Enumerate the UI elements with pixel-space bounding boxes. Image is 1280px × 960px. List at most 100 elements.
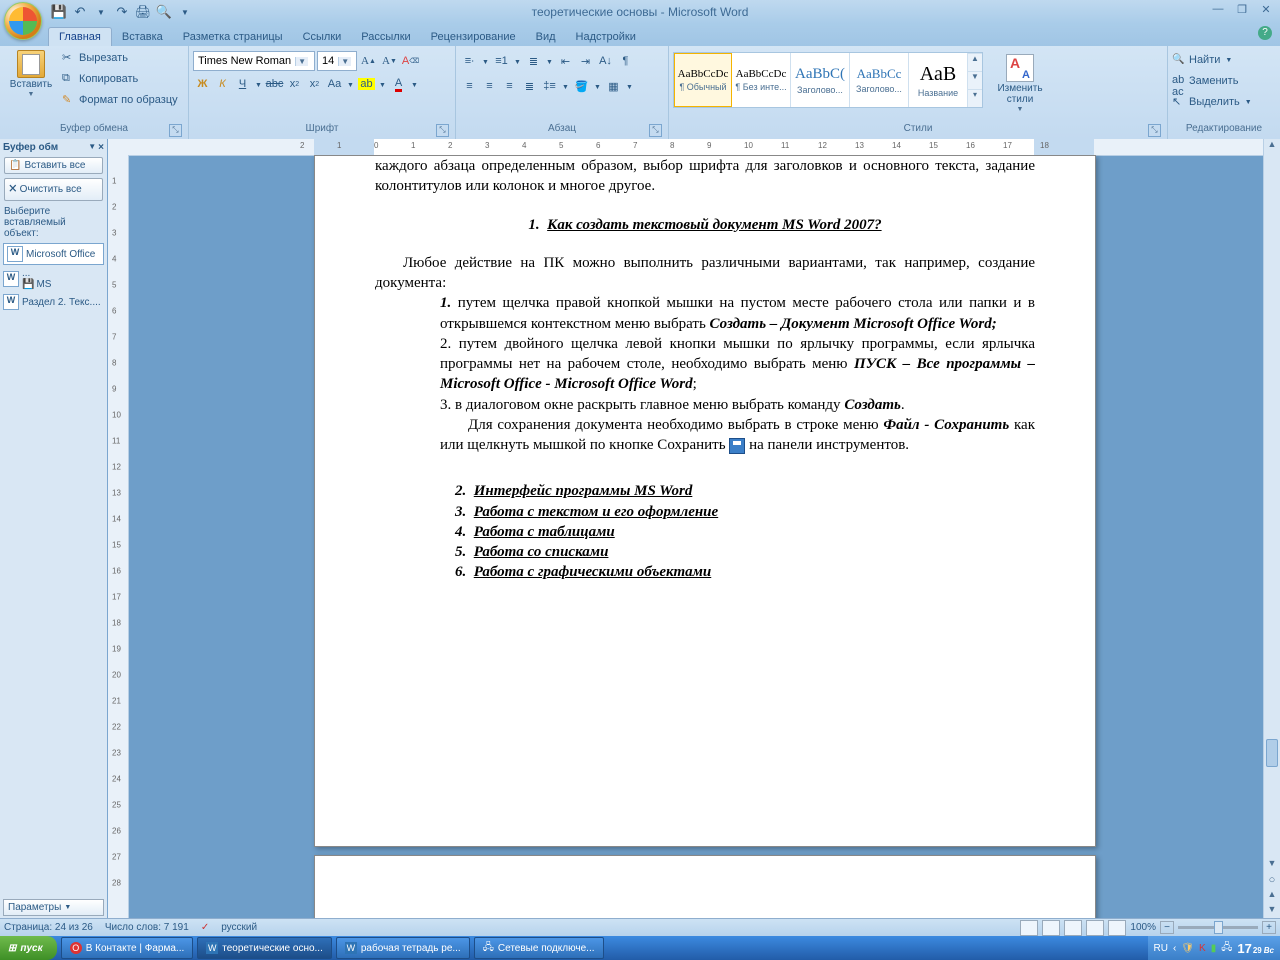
cut-button[interactable]: Вырезать <box>62 48 178 68</box>
select-button[interactable]: Выделить▼ <box>1172 92 1252 112</box>
chevron-down-icon[interactable]: ▼ <box>295 57 308 66</box>
vertical-ruler[interactable]: 1234567891011121314151617181920212223242… <box>108 139 129 919</box>
tray-icon[interactable]: 🛡 <box>1181 943 1194 954</box>
style-heading2[interactable]: AaBbCcЗаголово... <box>850 53 909 107</box>
taskbar-item-word1[interactable]: Wтеоретические осно... <box>197 937 332 959</box>
qat-print-icon[interactable]: 🖨 <box>134 3 152 21</box>
paste-all-button[interactable]: 📋Вставить все <box>4 157 103 174</box>
find-button[interactable]: Найти▼ <box>1172 50 1252 70</box>
show-marks-button[interactable]: ¶ <box>616 51 635 71</box>
tab-references[interactable]: Ссылки <box>293 28 352 46</box>
shading-dropdown[interactable]: ▼ <box>592 76 603 98</box>
change-case-button[interactable]: Aa <box>325 74 344 94</box>
tray-icon[interactable]: K <box>1199 943 1206 954</box>
replace-button[interactable]: abacЗаменить <box>1172 71 1252 91</box>
change-styles-button[interactable]: Изменить стили ▼ <box>989 52 1051 115</box>
tab-mailings[interactable]: Рассылки <box>351 28 420 46</box>
view-print-layout[interactable] <box>1020 920 1038 936</box>
taskpane-close-icon[interactable]: × <box>98 142 104 153</box>
qat-redo-icon[interactable]: ↷ <box>113 3 131 21</box>
status-proofing-icon[interactable]: ✓ <box>201 922 209 933</box>
tab-insert[interactable]: Вставка <box>112 28 173 46</box>
minimize-button[interactable]: — <box>1210 3 1226 16</box>
increase-indent-button[interactable]: ⇥ <box>576 51 595 71</box>
borders-dropdown[interactable]: ▼ <box>624 76 635 98</box>
copy-button[interactable]: Копировать <box>62 69 178 89</box>
taskbar-item-word2[interactable]: Wрабочая тетрадь ре... <box>336 937 470 959</box>
taskbar-item-network[interactable]: 🖧Сетевые подключе... <box>474 937 604 959</box>
horizontal-ruler[interactable]: 210123456789101112131415161718 <box>128 139 1264 156</box>
bullets-dropdown[interactable]: ▼ <box>480 51 491 73</box>
document-next-page[interactable] <box>314 855 1096 919</box>
zoom-knob[interactable] <box>1214 921 1223 934</box>
paste-button[interactable]: Вставить ▼ <box>4 48 58 100</box>
align-center-button[interactable]: ≡ <box>480 76 499 96</box>
paste-dropdown-icon[interactable]: ▼ <box>28 91 35 98</box>
grow-font-button[interactable]: A▲ <box>359 51 378 71</box>
align-right-button[interactable]: ≡ <box>500 76 519 96</box>
font-launcher[interactable]: ⤡ <box>436 124 449 137</box>
subscript-button[interactable]: x2 <box>285 74 304 94</box>
styles-launcher[interactable]: ⤡ <box>1148 124 1161 137</box>
style-heading1[interactable]: AaBbC(Заголово... <box>791 53 850 107</box>
sort-button[interactable]: A↓ <box>596 51 615 71</box>
line-spacing-button[interactable]: ‡≡ <box>540 76 559 96</box>
gallery-down-icon[interactable]: ▼ <box>968 71 982 89</box>
multilevel-button[interactable]: ≣ <box>524 51 543 71</box>
decrease-indent-button[interactable]: ⇤ <box>556 51 575 71</box>
numbering-button[interactable]: ≡1 <box>492 51 511 71</box>
browse-object-icon[interactable]: ○ <box>1264 874 1280 889</box>
view-web-layout[interactable] <box>1064 920 1082 936</box>
style-normal[interactable]: AaBbCcDc¶ Обычный <box>674 53 732 107</box>
highlight-dropdown[interactable]: ▼ <box>377 74 388 96</box>
taskbar-item-opera[interactable]: OВ Контакте | Фарма... <box>61 937 194 959</box>
qat-preview-icon[interactable]: 🔍 <box>155 3 173 21</box>
styles-gallery[interactable]: AaBbCcDc¶ Обычный AaBbCcDc¶ Без инте... … <box>673 52 983 108</box>
zoom-in-button[interactable]: + <box>1262 921 1276 934</box>
zoom-slider[interactable] <box>1178 926 1258 929</box>
next-page-icon[interactable]: ▼ <box>1264 904 1280 919</box>
clear-formatting-button[interactable]: A⌫ <box>401 51 420 71</box>
view-outline[interactable] <box>1086 920 1104 936</box>
view-full-screen[interactable] <box>1042 920 1060 936</box>
spacing-dropdown[interactable]: ▼ <box>560 76 571 98</box>
format-painter-button[interactable]: Формат по образцу <box>62 90 178 110</box>
bullets-button[interactable]: ≡∙ <box>460 51 479 71</box>
status-page[interactable]: Страница: 24 из 26 <box>4 922 93 933</box>
scroll-up-icon[interactable]: ▲ <box>1264 139 1280 154</box>
bold-button[interactable]: Ж <box>193 74 212 94</box>
numbering-dropdown[interactable]: ▼ <box>512 51 523 73</box>
help-button[interactable]: ? <box>1258 26 1272 40</box>
style-no-spacing[interactable]: AaBbCcDc¶ Без инте... <box>732 53 791 107</box>
multilevel-dropdown[interactable]: ▼ <box>544 51 555 73</box>
taskpane-options-button[interactable]: Параметры▼ <box>3 899 104 916</box>
clear-all-button[interactable]: 🗙Очистить все <box>4 178 103 201</box>
style-title[interactable]: АаВНазвание <box>909 53 968 107</box>
tab-view[interactable]: Вид <box>526 28 566 46</box>
underline-dropdown[interactable]: ▼ <box>253 74 264 96</box>
vertical-scrollbar[interactable]: ▲ ▼ ○ ▲ ▼ <box>1263 139 1280 919</box>
document-scroll[interactable]: каждого абзаца определенным образом, выб… <box>128 155 1264 919</box>
chevron-down-icon[interactable]: ▼ <box>338 57 351 66</box>
document-page[interactable]: каждого абзаца определенным образом, выб… <box>314 155 1096 847</box>
view-draft[interactable] <box>1108 920 1126 936</box>
qat-save-icon[interactable]: 💾 <box>50 3 68 21</box>
gallery-up-icon[interactable]: ▲ <box>968 53 982 71</box>
tab-addins[interactable]: Надстройки <box>566 28 646 46</box>
zoom-level[interactable]: 100% <box>1130 922 1156 933</box>
tab-page-layout[interactable]: Разметка страницы <box>173 28 293 46</box>
font-size-combo[interactable]: 14▼ <box>317 51 357 71</box>
clipboard-item-1[interactable]: Microsoft Office <box>3 243 104 265</box>
scroll-thumb[interactable] <box>1266 739 1278 767</box>
font-color-button[interactable]: A <box>389 74 408 94</box>
strikethrough-button[interactable]: abc <box>265 74 284 94</box>
start-button[interactable]: ⊞пуск <box>0 936 57 960</box>
clipboard-item-2[interactable]: ...💾МS <box>0 266 107 292</box>
scroll-down-icon[interactable]: ▼ <box>1264 858 1280 873</box>
justify-button[interactable]: ≣ <box>520 76 539 96</box>
shrink-font-button[interactable]: A▼ <box>380 51 399 71</box>
prev-page-icon[interactable]: ▲ <box>1264 889 1280 904</box>
italic-button[interactable]: К <box>213 74 232 94</box>
tab-review[interactable]: Рецензирование <box>421 28 526 46</box>
tray-icon[interactable]: 🖧 <box>1221 940 1232 957</box>
